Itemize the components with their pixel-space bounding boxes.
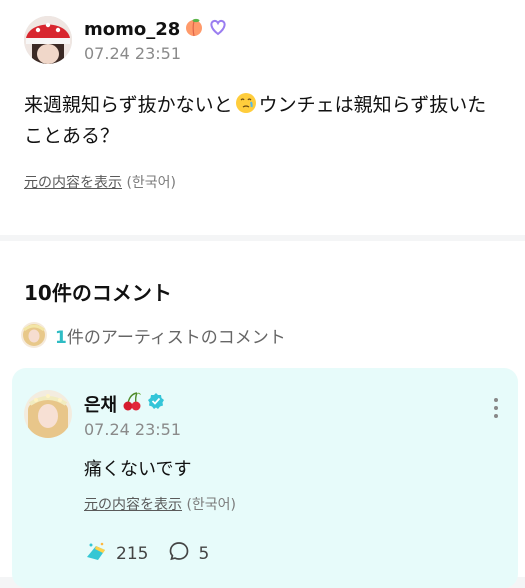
comments-count-heading: 10件のコメント [24,281,172,305]
comment-text: 痛くないです [84,459,192,480]
comment-author-text[interactable]: 은채 [84,391,117,417]
cherry-icon [121,390,143,417]
comment-bubble-icon [168,540,190,567]
like-icon [84,540,108,567]
comment-author-name[interactable]: 은채 [84,390,165,417]
purple-heart-icon [208,17,228,42]
comment-original-language-label: (한국어) [186,497,237,513]
show-original-link[interactable]: 元の内容を表示 [24,175,122,191]
crying-face-icon [235,92,257,122]
comment-show-original-link[interactable]: 元の内容を表示 [84,497,182,513]
comment-author-avatar[interactable] [24,390,72,438]
like-button[interactable]: 215 [84,540,148,567]
more-vertical-icon[interactable] [490,398,502,424]
post-body: 来週親知らず抜かないと ウンチェは親知らず抜いたことある？ [24,91,504,150]
verified-badge-icon [147,392,165,415]
post-timestamp: 07.24 23:51 [84,44,181,63]
post-author-avatar[interactable] [24,16,72,64]
artist-comments-row[interactable]: 1件のアーティストのコメント [21,322,286,348]
artist-comments-label: 件のアーティストのコメント [66,327,286,348]
post-body-text-1: 来週親知らず抜かないと [24,94,233,116]
comment-timestamp: 07.24 23:51 [84,420,181,439]
comment-actions: 215 5 [84,540,229,567]
original-language-label: (한국어) [126,175,177,191]
artist-comments-count: 1 [55,327,67,348]
artist-comment-card: 은채 07.24 23:51 痛くないです 元の内容を表示 (한국어) 215 [12,368,518,588]
post-translate-row: 元の内容を表示 (한국어) [24,172,176,192]
artist-mini-avatar [21,322,47,348]
username-text[interactable]: momo_28 [84,19,180,40]
peach-icon [184,17,204,42]
reply-button[interactable]: 5 [168,540,209,567]
like-count: 215 [116,543,149,564]
comments-section: 10件のコメント 1件のアーティストのコメント 은채 07.24 23:51 痛… [0,241,525,588]
post-author-name[interactable]: momo_28 [84,17,228,42]
comment-translate-row: 元の内容を表示 (한국어) [84,494,236,514]
post-card: momo_28 07.24 23:51 来週親知らず抜かないと ウンチェは親知らず… [0,0,525,235]
reply-count: 5 [198,543,210,564]
